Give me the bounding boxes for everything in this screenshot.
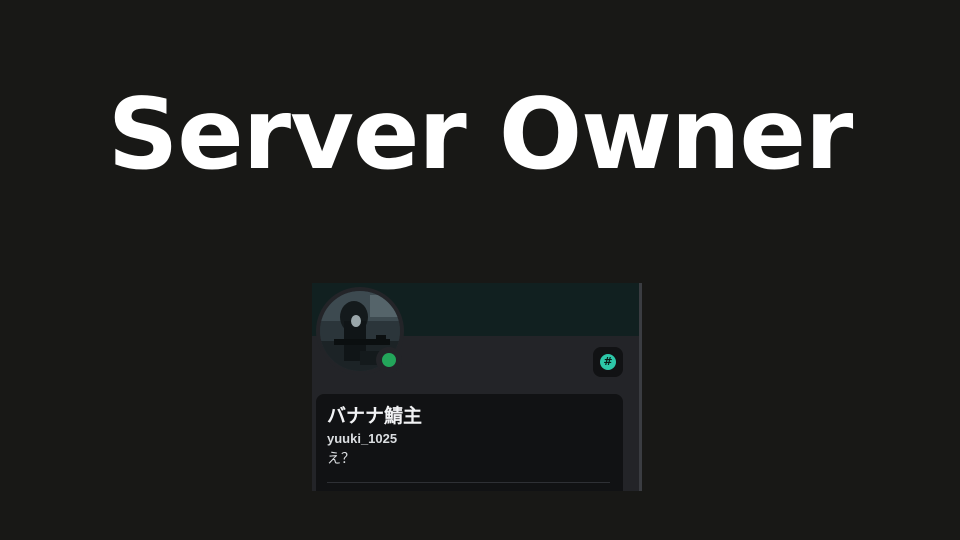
server-badge-button[interactable]: # [593, 347, 623, 377]
scrollbar[interactable] [639, 283, 642, 491]
page-title: Server Owner [107, 78, 854, 192]
online-status-icon [382, 353, 396, 367]
hash-icon: # [600, 354, 616, 370]
username: yuuki_1025 [327, 431, 398, 446]
profile-info-box: バナナ鯖主 yuuki_1025 え？ [316, 394, 623, 491]
user-profile-card: # バナナ鯖主 yuuki_1025 え？ [312, 283, 642, 491]
custom-status: え？ [327, 451, 355, 467]
display-name: バナナ鯖主 [327, 405, 423, 427]
divider [327, 482, 610, 483]
